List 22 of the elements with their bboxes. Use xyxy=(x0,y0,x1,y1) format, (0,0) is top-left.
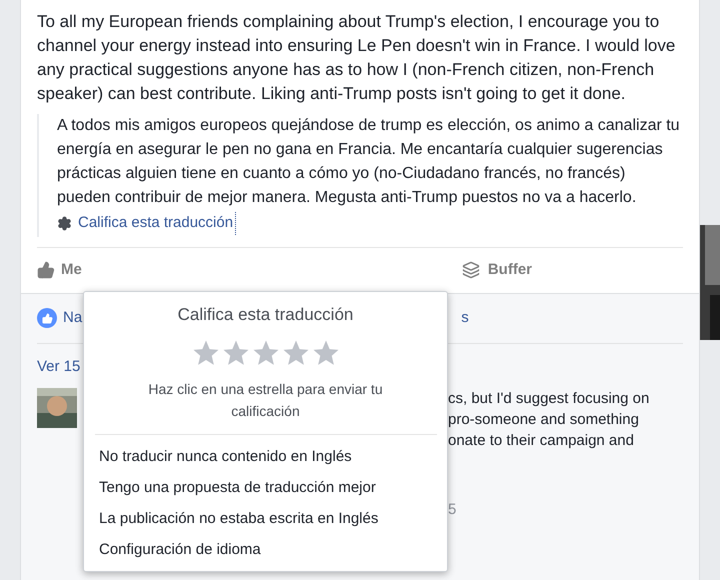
avatar[interactable] xyxy=(37,388,77,428)
like-button[interactable]: Me xyxy=(37,258,82,282)
settings-icon xyxy=(57,216,72,231)
popup-title: Califica esta traducción xyxy=(178,304,354,326)
menu-item[interactable]: No traducir nunca contenido en Inglés xyxy=(99,440,432,472)
menu-item[interactable]: Tengo una propuesta de traducción mejor xyxy=(99,472,432,502)
translated-text: A todos mis amigos europeos quejándose de trump es elección, os animo a canalizar tu energía en asegurar le pen no gana en Francia. Me encantaría cualquier sugerencias prácticas alguien tiene en cuanto a cómo yo (no-Ciudadano francés, no francés) pueden contribuir de mejor manera. Megusta anti-Trump puestos no va a hacerlo. xyxy=(57,116,681,208)
layers-icon xyxy=(462,261,480,279)
post-text: To all my European friends complaining about Trump's election, I encourage you to channel your energy instead into ensuring Le Pen doesn't win in France. I would love any practical suggestions anyone has as to how I (non-French citizen, non-French speaker) can best contribute. Liking anti-Trump posts isn't going to get it done. xyxy=(37,11,676,105)
reactions-text[interactable]: Na xyxy=(63,306,82,330)
comment-text: onate to their campaign and xyxy=(448,431,635,451)
comment-meta: 5 xyxy=(448,500,458,520)
like-reaction-icon xyxy=(37,308,57,328)
menu-item[interactable]: La publicación no estaba escrita en Inglés xyxy=(99,502,432,534)
buffer-button[interactable]: Buffer xyxy=(462,258,532,282)
rating-hint: Haz clic en una estrella para enviar tu calificación xyxy=(147,380,384,420)
thumbs-up-icon xyxy=(37,261,55,279)
rate-translation-link[interactable]: Califica esta traducción xyxy=(78,212,236,234)
menu-item[interactable]: Configuración de idioma xyxy=(99,534,432,564)
comment-text: cs, but I'd suggest focusing on xyxy=(448,389,650,409)
comment-text: pro-someone and something xyxy=(448,410,640,430)
reactions-count[interactable]: s xyxy=(461,306,469,330)
